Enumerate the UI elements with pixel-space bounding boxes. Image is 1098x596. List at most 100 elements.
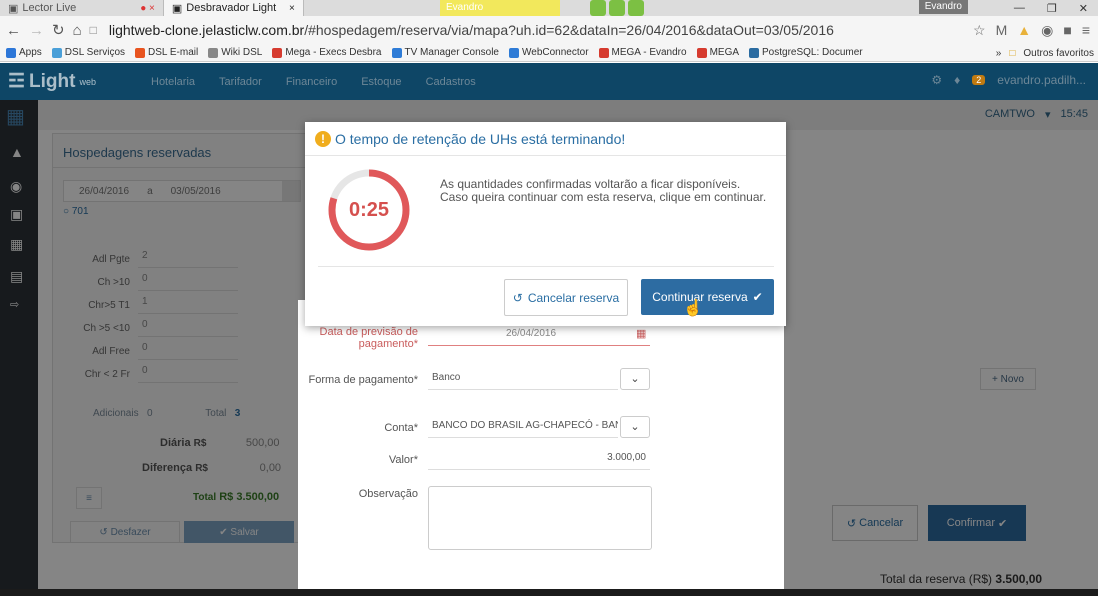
bookmark-item[interactable]: MEGA - Evandro — [598, 47, 687, 58]
copy-icon[interactable] — [628, 0, 644, 16]
bookmarks-right: » □ Outros favoritos — [989, 44, 1094, 61]
window-user[interactable]: Evandro — [918, 0, 968, 14]
bookmark-label: WebConnector — [522, 47, 589, 58]
menu-item-financeiro[interactable]: Financeiro — [286, 76, 337, 88]
app-header: ☲ Light web Hotelaria Tarifador Financeir… — [0, 63, 1098, 100]
browser-tab-desbravador[interactable]: ▣ Desbravador Light × — [163, 0, 304, 16]
logo-text: Light — [29, 70, 76, 92]
bookmark-label: MEGA — [709, 47, 740, 58]
cancel-reservation-label: Cancelar reserva — [527, 290, 620, 305]
other-bookmarks[interactable]: Outros favoritos — [1023, 48, 1094, 59]
browser-tab-lector[interactable]: ▣ Lector Live ● × — [0, 0, 164, 16]
tab-label: Desbravador Light — [186, 2, 277, 14]
dialog-divider — [318, 266, 774, 267]
previsao-input[interactable]: 26/04/2016 — [428, 324, 650, 346]
logo-icon: ☲ — [8, 71, 26, 92]
bookmarks-more[interactable]: » — [996, 48, 1002, 59]
bookmark-item[interactable]: TV Manager Console — [391, 47, 500, 58]
bookmark-item[interactable]: DSL Serviços — [51, 47, 125, 58]
menu-item-tarifador[interactable]: Tarifador — [219, 76, 262, 88]
header-right: ⚙ ♦ 2 evandro.padilh... — [931, 73, 1086, 87]
close-window-icon[interactable]: ✕ — [1079, 2, 1088, 15]
tab-favicon-icon: ▣ — [171, 2, 183, 15]
chevron-down-icon[interactable]: ⌄ — [620, 416, 650, 438]
bookmark-item[interactable]: WebConnector — [509, 47, 589, 58]
address-bar: ← → ↻ ⌂ □ lightweb-clone.jelasticlw.com.… — [0, 16, 1098, 44]
main-menu: Hotelaria Tarifador Financeiro Estoque C… — [151, 76, 476, 88]
os-taskbar — [0, 589, 1098, 596]
valor-label: Valor* — [388, 454, 418, 466]
bookmark-favicon-icon — [696, 47, 707, 58]
bookmark-favicon-icon — [6, 47, 16, 58]
home-icon[interactable]: ⌂ — [73, 22, 82, 39]
star-icon[interactable]: ☆ — [973, 22, 986, 39]
app-logo[interactable]: ☲ Light web — [8, 70, 96, 93]
bell-icon[interactable]: ♦ — [954, 73, 960, 87]
profile-tab[interactable]: Evandro — [440, 0, 560, 16]
drive-icon[interactable]: ▲ — [1017, 22, 1031, 39]
chevron-down-icon[interactable]: ⌄ — [620, 368, 650, 390]
window-controls: — ❐ ✕ — [1014, 0, 1098, 16]
countdown-text: 0:25 — [348, 198, 390, 221]
bookmark-favicon-icon — [51, 47, 62, 58]
bookmark-item[interactable]: DSL E-mail — [135, 47, 198, 58]
gmail-icon[interactable]: M — [996, 22, 1008, 39]
menu-item-estoque[interactable]: Estoque — [361, 76, 401, 88]
forma-select[interactable]: Banco — [428, 368, 618, 390]
bookmark-label: Wiki DSL — [221, 47, 263, 58]
user-name[interactable]: evandro.padilh... — [997, 73, 1086, 87]
bookmark-favicon-icon — [749, 47, 760, 58]
tab-favicon-icon: ▣ — [8, 2, 19, 15]
menu-icon[interactable]: ≡ — [1082, 22, 1090, 39]
menu-item-hotelaria[interactable]: Hotelaria — [151, 76, 195, 88]
notification-badge: 2 — [972, 75, 986, 85]
bookmark-label: TV Manager Console — [404, 47, 500, 58]
bookmark-label: PostgreSQL: Documer — [762, 47, 863, 58]
menu-item-cadastros[interactable]: Cadastros — [426, 76, 476, 88]
bookmark-item[interactable]: PostgreSQL: Documer — [749, 47, 863, 58]
extension-buttons — [590, 0, 644, 16]
tab-label: Lector Live — [22, 2, 77, 14]
logo-subtext: web — [79, 76, 96, 87]
url-input[interactable]: lightweb-clone.jelasticlw.com.br/#hosped… — [109, 22, 834, 38]
bookmark-favicon-icon — [135, 47, 146, 58]
bookmark-label: Apps — [19, 47, 42, 58]
back-icon[interactable]: ← — [6, 22, 21, 39]
valor-input[interactable]: 3.000,00 — [428, 448, 650, 470]
conta-label: Conta* — [384, 422, 418, 434]
restore-icon[interactable]: ❐ — [1047, 2, 1057, 15]
tab-close-icon[interactable]: ● × — [140, 3, 155, 14]
conta-select[interactable]: BANCO DO BRASIL AG-CHAPECÓ - BAN — [428, 416, 618, 438]
undo-icon: ↺ — [512, 290, 523, 305]
bookmark-label: MEGA - Evandro — [611, 47, 687, 58]
extension-icon[interactable] — [590, 0, 606, 16]
minimize-icon[interactable]: — — [1014, 2, 1025, 14]
bookmark-label: DSL E-mail — [148, 47, 199, 58]
tab-close-icon[interactable]: × — [289, 3, 295, 14]
bookmark-favicon-icon — [598, 47, 609, 58]
bookmark-favicon-icon — [509, 47, 519, 58]
extension-l-icon[interactable]: ■ — [1063, 22, 1071, 39]
obs-label: Observação — [358, 488, 418, 500]
bookmark-item[interactable]: Wiki DSL — [208, 47, 262, 58]
bookmark-item[interactable]: Mega - Execs Desbra — [272, 47, 382, 58]
toolbar-icons: ☆ M ▲ ◉ ■ ≡ — [973, 22, 1090, 39]
reload-icon[interactable]: ↻ — [52, 21, 65, 39]
bookmarks-bar: Apps DSL Serviços DSL E-mail Wiki DSL Mega -… — [0, 44, 1098, 62]
bookmark-item[interactable]: MEGA — [696, 47, 740, 58]
bookmark-label: Mega - Execs Desbra — [285, 47, 382, 58]
previsao-label: Data de previsão de pagamento* — [319, 326, 418, 350]
extension-circle-icon[interactable]: ◉ — [1041, 22, 1053, 39]
calendar-icon[interactable]: ▦ — [636, 327, 646, 340]
forward-icon[interactable]: → — [29, 22, 44, 39]
obs-textarea[interactable] — [428, 486, 652, 550]
bookmark-item[interactable]: Apps — [6, 47, 42, 58]
retention-dialog: ! O tempo de retenção de UHs está termin… — [305, 122, 786, 326]
folder-icon: □ — [1009, 47, 1016, 59]
cancel-reservation-button[interactable]: ↺ Cancelar reserva — [504, 279, 628, 316]
gear-icon[interactable]: ⚙ — [931, 73, 942, 87]
expand-icon[interactable] — [609, 0, 625, 16]
url-host: lightweb-clone.jelasticlw.com.br — [108, 22, 305, 38]
payment-form: Data de previsão de pagamento* 26/04/201… — [298, 300, 784, 596]
continue-reservation-button[interactable]: Continuar reserva ✔ — [641, 279, 774, 315]
